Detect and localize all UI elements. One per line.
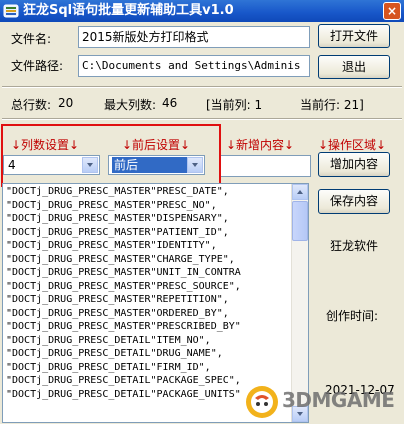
total-rows-value: 20 (58, 96, 74, 110)
window-title: 狂龙Sql语句批量更新辅助工具v1.0 (23, 3, 234, 18)
list-item[interactable]: "DOCTj_DRUG_PRESC_MASTER"PRESC_NO", (6, 199, 291, 213)
action-area-header: ↓操作区域↓ (318, 138, 387, 152)
file-path-label: 文件路径: (11, 59, 64, 73)
current-row-status: 当前行: 21] (300, 98, 364, 112)
list-item[interactable]: "DOCTj_DRUG_PRESC_MASTER"IDENTITY", (6, 239, 291, 253)
file-name-input[interactable]: 2015新版处方打印格式 (78, 26, 310, 48)
created-time-label: 创作时间: (326, 309, 379, 323)
software-label: 狂龙软件 (330, 239, 379, 253)
close-icon[interactable]: × (383, 2, 401, 20)
file-path-input[interactable]: C:\Documents and Settings\Adminis (78, 55, 310, 77)
add-content-button[interactable]: 增加内容 (318, 152, 390, 177)
new-content-input[interactable] (219, 155, 311, 177)
new-content-header: ↓新增内容↓ (226, 138, 295, 152)
file-name-label: 文件名: (11, 32, 52, 46)
scroll-up-icon[interactable] (292, 184, 308, 200)
watermark: 3DMGAME (244, 380, 404, 424)
exit-button[interactable]: 退出 (318, 55, 390, 79)
max-cols-value: 46 (162, 96, 178, 110)
scroll-thumb[interactable] (292, 201, 308, 241)
list-item[interactable]: "DOCTj_DRUG_PRESC_DETAIL"ITEM_NO", (6, 334, 291, 348)
prefix-suffix-value: 前后 (112, 157, 187, 173)
list-item[interactable]: "DOCTj_DRUG_PRESC_MASTER"UNIT_IN_CONTRA (6, 266, 291, 280)
list-item[interactable]: "DOCTj_DRUG_PRESC_MASTER"CHARGE_TYPE", (6, 253, 291, 267)
watermark-logo-icon (246, 386, 278, 418)
save-content-button[interactable]: 保存内容 (318, 189, 390, 214)
max-cols-label: 最大列数: (104, 98, 157, 112)
divider (2, 118, 402, 120)
list-rows: "DOCTj_DRUG_PRESC_MASTER"PRESC_DATE", "DO… (6, 185, 291, 401)
app-window: 狂龙Sql语句批量更新辅助工具v1.0 × 文件名: 2015新版处方打印格式 … (0, 0, 404, 424)
list-item[interactable]: "DOCTj_DRUG_PRESC_DETAIL"FIRM_ID", (6, 361, 291, 375)
total-rows-label: 总行数: (11, 98, 52, 112)
app-icon (3, 4, 19, 18)
divider (2, 86, 402, 88)
list-item[interactable]: "DOCTj_DRUG_PRESC_MASTER"ORDERED_BY", (6, 307, 291, 321)
list-item[interactable]: "DOCTj_DRUG_PRESC_MASTER"PRESC_SOURCE", (6, 280, 291, 294)
list-item[interactable]: "DOCTj_DRUG_PRESC_MASTER"PRESCRIBED_BY" (6, 320, 291, 334)
prefix-suffix-select[interactable]: 前后 (108, 155, 205, 175)
list-item[interactable]: "DOCTj_DRUG_PRESC_MASTER"REPETITION", (6, 293, 291, 307)
prefix-suffix-header: ↓前后设置↓ (122, 138, 191, 152)
watermark-text: 3DMGAME (282, 388, 395, 412)
col-settings-value: 4 (8, 158, 16, 172)
current-col-status: [当前列: 1 (206, 98, 263, 112)
list-item[interactable]: "DOCTj_DRUG_PRESC_MASTER"DISPENSARY", (6, 212, 291, 226)
col-settings-header: ↓列数设置↓ (11, 138, 80, 152)
list-item[interactable]: "DOCTj_DRUG_PRESC_MASTER"PRESC_DATE", (6, 185, 291, 199)
col-settings-select[interactable]: 4 (3, 155, 100, 175)
list-item[interactable]: "DOCTj_DRUG_PRESC_DETAIL"DRUG_NAME", (6, 347, 291, 361)
chevron-down-icon[interactable] (187, 157, 203, 173)
open-file-button[interactable]: 打开文件 (318, 24, 390, 48)
title-bar: 狂龙Sql语句批量更新辅助工具v1.0 × (0, 0, 404, 22)
chevron-down-icon[interactable] (82, 157, 98, 173)
list-item[interactable]: "DOCTj_DRUG_PRESC_MASTER"PATIENT_ID", (6, 226, 291, 240)
